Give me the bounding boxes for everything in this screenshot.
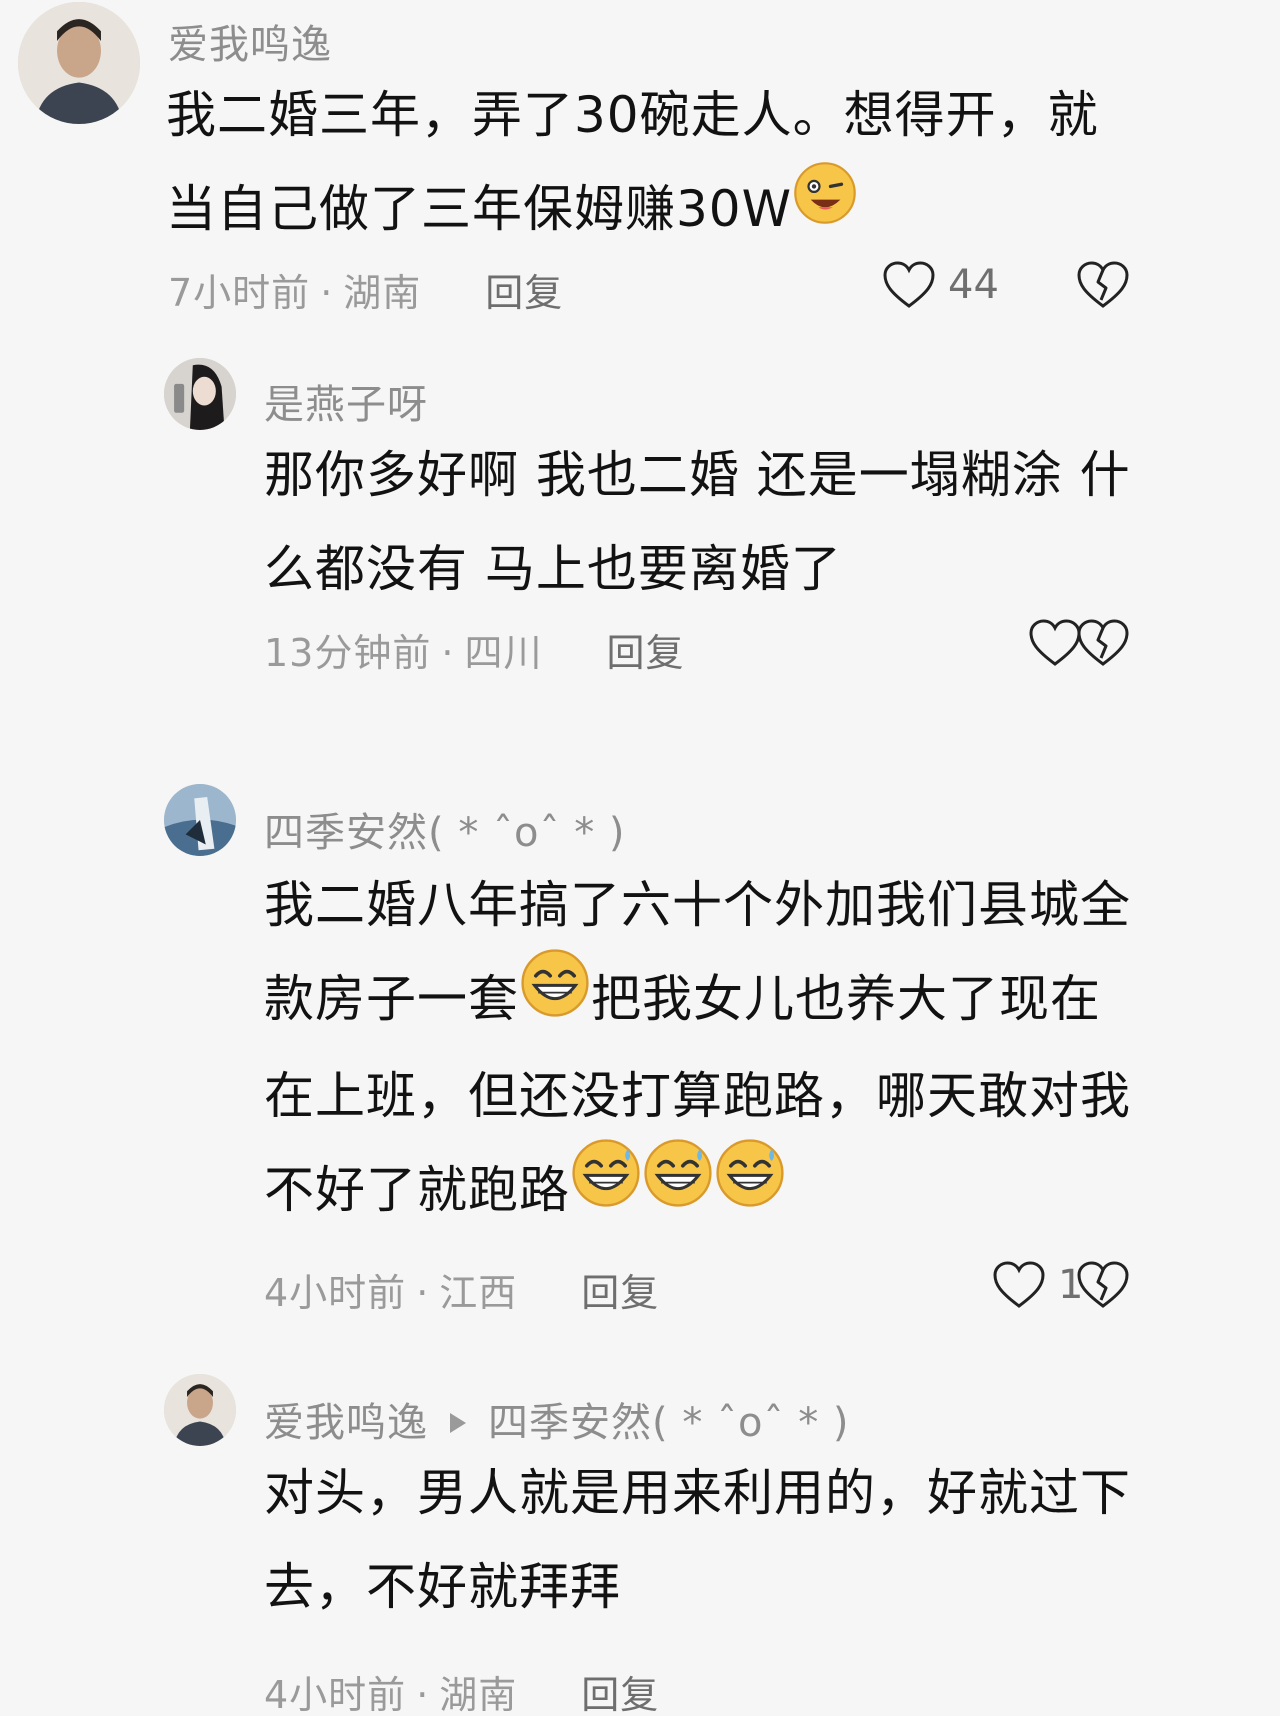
comment-line-text: 当自己做了三年保姆赚30W — [166, 180, 793, 238]
reply-button[interactable]: 回复 — [606, 631, 684, 675]
comment-line-text: 不好了就跑路 — [264, 1160, 570, 1219]
dislike-button[interactable] — [1076, 1260, 1130, 1314]
grin-sweat-emoji — [714, 1137, 786, 1239]
comment-line: 那你多好啊 我也二婚 还是一塌糊涂 什 — [264, 446, 1131, 504]
meta-separator: · — [320, 271, 334, 315]
like-button[interactable]: 44 — [882, 260, 999, 310]
reply-button[interactable]: 回复 — [485, 271, 563, 315]
dislike-button[interactable] — [1076, 260, 1130, 314]
comment-time: 13分钟前 — [264, 631, 432, 675]
comment-text: 我二婚八年搞了六十个外加我们县城全 款房子一套 把我女儿也养大了现在 在上班，但还… — [264, 858, 1131, 1239]
broken-heart-icon — [1077, 261, 1129, 308]
comment-time: 7小时前 — [168, 271, 311, 315]
comment-meta: 13分钟前 · 四川 回复 — [264, 622, 684, 677]
dislike-button[interactable] — [1076, 618, 1130, 672]
avatar[interactable] — [164, 784, 236, 856]
comment-line: 我二婚八年搞了六十个外加我们县城全 — [264, 876, 1131, 934]
comment-line-text: 款房子一套 — [264, 970, 519, 1028]
comment-line: 我二婚三年，弄了30碗走人。想得开，就 — [166, 86, 1099, 144]
meta-separator: · — [416, 1673, 430, 1716]
avatar[interactable] — [164, 358, 236, 430]
comment-meta: 4小时前 · 湖南 回复 — [264, 1664, 659, 1716]
comment-username[interactable]: 爱我鸣逸 — [264, 1400, 428, 1446]
comment-time: 4小时前 — [264, 1271, 407, 1315]
like-button[interactable]: 1 — [992, 1260, 1083, 1310]
comment-line: 不好了就跑路 — [264, 1139, 1131, 1240]
comment-line: 对头，男人就是用来利用的，好就过下 — [264, 1464, 1131, 1522]
meta-separator: · — [416, 1271, 430, 1315]
comment-line-text: 把我女儿也养大了现在 — [591, 970, 1101, 1028]
heart-outline-icon — [1029, 619, 1081, 666]
like-count: 44 — [948, 262, 999, 308]
comment-username[interactable]: 是燕子呀 — [264, 372, 428, 430]
comment-line: 么都没有 马上也要离婚了 — [264, 540, 842, 598]
comment-meta: 4小时前 · 江西 回复 — [264, 1262, 659, 1317]
broken-heart-icon — [1077, 1261, 1129, 1308]
play-triangle-icon — [450, 1413, 466, 1433]
grin-sweat-emoji — [519, 947, 591, 1049]
heart-outline-icon — [883, 261, 935, 308]
avatar[interactable] — [18, 2, 140, 124]
comment-line: 当自己做了三年保姆赚30W — [166, 160, 1099, 256]
comment-meta: 7小时前 · 湖南 回复 — [168, 262, 563, 317]
comment-time: 4小时前 — [264, 1673, 407, 1716]
comment-text: 我二婚三年，弄了30碗走人。想得开，就 当自己做了三年保姆赚30W — [166, 68, 1099, 256]
reply-button[interactable]: 回复 — [581, 1271, 659, 1315]
comment-section: 爱我鸣逸 我二婚三年，弄了30碗走人。想得开，就 当自己做了三年保姆赚30W 7… — [0, 0, 1280, 1716]
comment-line: 去，不好就拜拜 — [264, 1558, 621, 1616]
comment-text: 那你多好啊 我也二婚 还是一塌糊涂 什 么都没有 马上也要离婚了 — [264, 428, 1131, 616]
grin-sweat-emoji — [570, 1137, 642, 1239]
comment-line: 款房子一套 把我女儿也养大了现在 — [264, 948, 1131, 1049]
comment-username-line: 爱我鸣逸 四季安然( * ˆoˆ * ) — [264, 1390, 850, 1448]
avatar[interactable] — [164, 1374, 236, 1446]
meta-separator: · — [441, 631, 455, 675]
heart-outline-icon — [993, 1261, 1045, 1308]
comment-location: 湖南 — [343, 271, 422, 315]
reply-to-username[interactable]: 四季安然( * ˆoˆ * ) — [488, 1400, 850, 1446]
comment-username[interactable]: 四季安然( * ˆoˆ * ) — [264, 800, 626, 858]
comment-line: 在上班，但还没打算跑路，哪天敢对我 — [264, 1066, 1131, 1125]
comment-location: 湖南 — [439, 1673, 518, 1716]
grin-sweat-emoji — [642, 1137, 714, 1239]
comment-username[interactable]: 爱我鸣逸 — [168, 12, 332, 70]
comment-location: 四川 — [464, 631, 543, 675]
comment-text: 对头，男人就是用来利用的，好就过下 去，不好就拜拜 — [264, 1446, 1131, 1634]
reply-button[interactable]: 回复 — [581, 1673, 659, 1716]
wink-laugh-emoji — [792, 160, 858, 256]
broken-heart-icon — [1077, 619, 1129, 666]
comment-location: 江西 — [439, 1271, 518, 1315]
